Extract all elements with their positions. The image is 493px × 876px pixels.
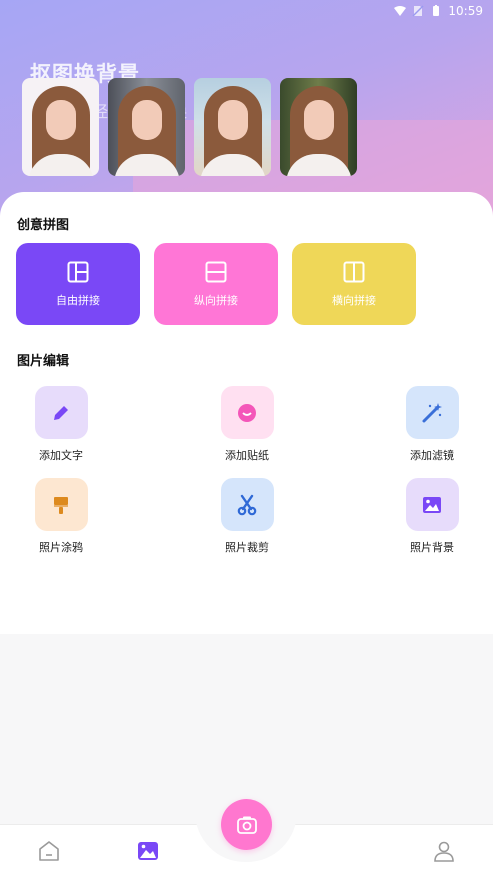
free-collage-button[interactable]: 自由拼接	[16, 243, 140, 325]
photo-background-button[interactable]: 照片背景	[387, 478, 477, 555]
add-text-button[interactable]: 添加文字	[16, 386, 106, 463]
photo-background-label: 照片背景	[410, 541, 454, 554]
free-collage-label: 自由拼接	[56, 293, 100, 307]
sim-card-icon	[412, 5, 424, 17]
pencil-icon	[34, 386, 88, 439]
collage-options: 自由拼接 纵向拼接 横向拼接	[16, 243, 416, 325]
camera-icon	[236, 816, 257, 834]
horizontal-collage-button[interactable]: 横向拼接	[292, 243, 416, 325]
hero-thumbnail-city	[108, 78, 185, 176]
hero-thumbnails	[22, 78, 357, 176]
add-filter-label: 添加滤镜	[410, 449, 454, 462]
add-filter-button[interactable]: 添加滤镜	[387, 386, 477, 463]
photo-crop-button[interactable]: 照片裁剪	[202, 478, 292, 555]
status-bar: 10:59	[0, 0, 493, 22]
scissors-icon	[220, 478, 274, 531]
gallery-icon[interactable]	[136, 839, 160, 863]
photo-doodle-button[interactable]: 照片涂鸦	[16, 478, 106, 555]
smiley-sticker-icon	[220, 386, 274, 439]
magic-wand-icon	[405, 386, 459, 439]
free-layout-icon	[67, 261, 89, 282]
vertical-collage-label: 纵向拼接	[194, 293, 238, 307]
horizontal-layout-icon	[343, 261, 365, 282]
home-icon[interactable]	[37, 839, 61, 863]
battery-icon	[433, 5, 440, 16]
image-background-icon	[405, 478, 459, 531]
profile-icon[interactable]	[432, 839, 456, 863]
vertical-layout-icon	[205, 261, 227, 282]
photo-doodle-label: 照片涂鸦	[39, 541, 83, 554]
wifi-icon	[394, 6, 407, 16]
editing-section-title: 图片编辑	[17, 354, 70, 369]
hero-thumbnail-forest	[280, 78, 357, 176]
paint-brush-icon	[34, 478, 88, 531]
add-sticker-button[interactable]: 添加贴纸	[202, 386, 292, 463]
add-text-label: 添加文字	[39, 449, 83, 462]
vertical-collage-button[interactable]: 纵向拼接	[154, 243, 278, 325]
add-sticker-label: 添加贴纸	[225, 449, 269, 462]
photo-crop-label: 照片裁剪	[225, 541, 269, 554]
hero-thumbnail-beach	[194, 78, 271, 176]
collage-section-title: 创意拼图	[17, 218, 70, 233]
horizontal-collage-label: 横向拼接	[332, 293, 376, 307]
main-card: 创意拼图 自由拼接 纵向拼接 横向拼接 图片编辑 添加文字 添加贴纸 添加滤镜 …	[0, 192, 493, 634]
status-time: 10:59	[448, 4, 483, 18]
hero-thumbnail-plain	[22, 78, 99, 176]
camera-button[interactable]	[221, 799, 272, 850]
